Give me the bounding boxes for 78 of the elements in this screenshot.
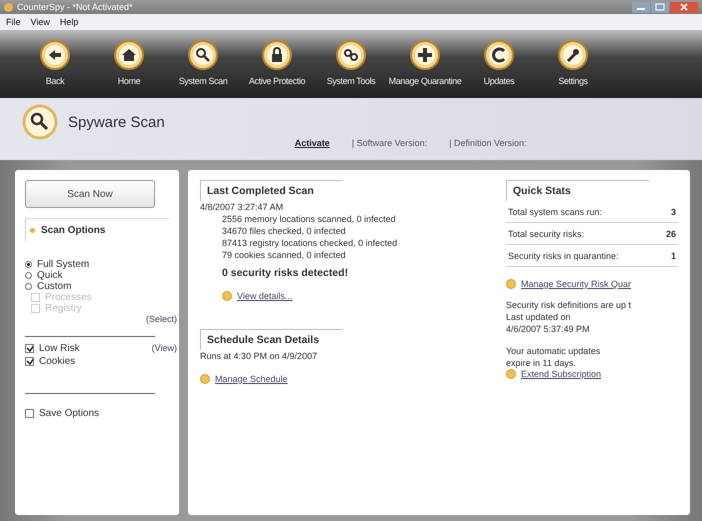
page-title: Spyware Scan (68, 114, 165, 131)
definitions-text: Last updated on (506, 311, 572, 323)
definitions-text: Security risk definitions are up t (506, 299, 632, 311)
toolbar-label[interactable]: Active Protectio (248, 76, 306, 86)
bullet-icon (200, 374, 210, 384)
activate-link[interactable]: Activate (294, 138, 330, 148)
radio-button[interactable] (25, 261, 32, 268)
refresh-icon[interactable] (484, 40, 514, 70)
plus-icon[interactable] (410, 40, 440, 70)
gears-icon[interactable] (336, 40, 366, 70)
scan-result-line: 79 cookies scanned, 0 infected (221, 249, 347, 261)
wrench-icon[interactable] (558, 40, 588, 70)
quarantine-link[interactable]: Manage Security Risk Quar (521, 279, 632, 289)
toolbar-label[interactable]: Updates (484, 76, 514, 86)
stat-value: 3 (670, 207, 676, 217)
lock-icon[interactable] (262, 40, 292, 70)
search-icon[interactable] (188, 40, 218, 70)
menu-item[interactable]: Help (60, 17, 78, 27)
section-title: Schedule Scan Details (207, 334, 320, 346)
maximize-icon (655, 3, 665, 11)
view-link[interactable]: (View) (152, 343, 177, 353)
radio-button[interactable] (25, 283, 32, 290)
radio-label: Full System (37, 259, 90, 270)
app-icon (4, 2, 13, 12)
checkbox-label: Cookies (39, 356, 76, 367)
radio-label: Quick (37, 270, 63, 281)
toolbar-label[interactable]: System Scan (178, 76, 228, 86)
checkbox-label: Registry (45, 303, 82, 314)
home-icon[interactable] (114, 40, 144, 70)
maximize-button[interactable] (651, 2, 669, 12)
expiry-text: expire in 11 days. (506, 357, 577, 369)
checkbox-label: Low Risk (39, 343, 80, 354)
close-button[interactable] (670, 2, 698, 12)
definitions-text: 4/6/2007 5:37:49 PM (506, 323, 591, 335)
bullet-icon (506, 369, 516, 379)
stat-label: Security risks in quarantine: (508, 251, 619, 261)
version-label: | Software Version: (352, 138, 428, 148)
version-label: | Definition Version: (449, 138, 526, 148)
toolbar-label[interactable]: Settings (558, 76, 588, 86)
select-link[interactable]: (Select) (146, 314, 177, 324)
scan-summary: 0 security risks detected! (221, 267, 350, 279)
toolbar-label[interactable]: Back (46, 76, 64, 86)
stat-value: 26 (666, 229, 676, 239)
scan-now-button[interactable]: Scan Now (25, 180, 155, 208)
menu-item[interactable]: View (30, 17, 50, 27)
radio-button[interactable] (25, 272, 32, 279)
checkbox-label: Processes (45, 292, 92, 303)
checkbox[interactable] (25, 357, 34, 366)
stat-label: Total system scans run: (508, 207, 602, 217)
checkbox[interactable] (25, 344, 34, 353)
minimize-button[interactable] (632, 2, 650, 12)
schedule-text: Runs at 4:30 PM on 4/9/2007 (200, 350, 318, 362)
scan-result-line: 34670 files checked, 0 infected (221, 225, 347, 237)
scan-result-line: 87413 registry locations checked, 0 infected (221, 237, 398, 249)
bullet-icon (30, 228, 35, 232)
extend-subscription-link[interactable]: Extend Subscription (521, 369, 602, 379)
toolbar-label[interactable]: System Tools (326, 76, 376, 86)
checkbox-label: Save Options (39, 408, 100, 419)
section-title: Quick Stats (513, 185, 571, 197)
stat-label: Total security risks: (508, 229, 584, 239)
section-title: Last Completed Scan (207, 185, 314, 197)
scan-result-line: 2556 memory locations scanned, 0 infected (221, 213, 397, 225)
window-title: CounterSpy - *Not Activated* (17, 2, 133, 12)
view-details-link[interactable]: View details... (237, 291, 292, 301)
bullet-icon (222, 291, 232, 301)
expiry-text: Your automatic updates (506, 345, 602, 357)
scan-date: 4/8/2007 3:27:47 AM (200, 201, 284, 213)
radio-label: Custom (37, 281, 72, 292)
close-icon (679, 3, 689, 11)
section-title: Scan Options (41, 224, 106, 236)
bullet-icon (506, 279, 516, 289)
menu-item[interactable]: File (6, 17, 21, 27)
toolbar-label[interactable]: Home (118, 76, 140, 86)
toolbar-label[interactable]: Manage Quarantine (388, 76, 462, 86)
stat-value: 1 (670, 251, 676, 261)
manage-schedule-link[interactable]: Manage Schedule (215, 374, 288, 384)
checkbox[interactable] (25, 409, 34, 418)
search-icon (22, 104, 58, 140)
